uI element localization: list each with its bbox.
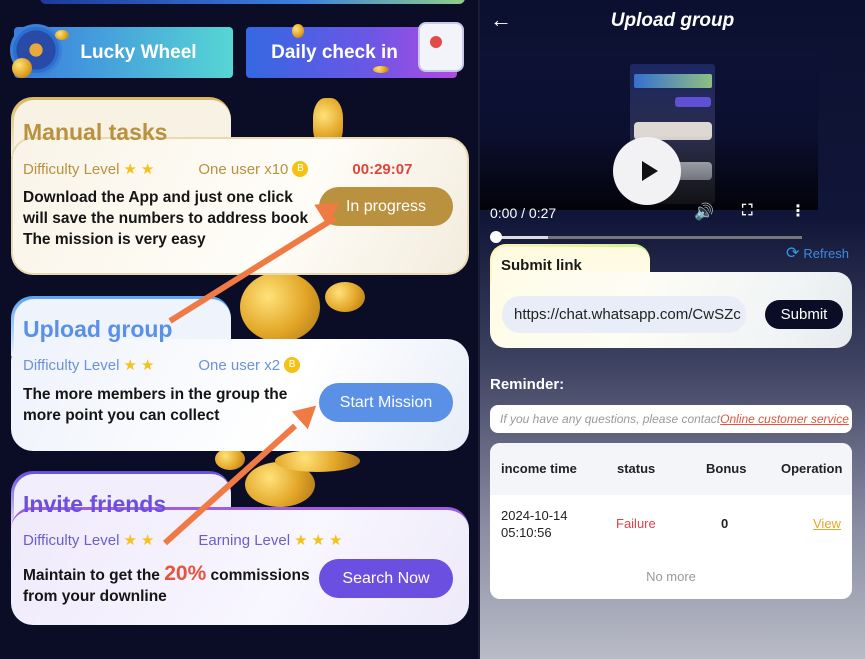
task-meta: Difficulty Level ★ ★ One user x2 B (23, 356, 301, 374)
refresh-label: Refresh (803, 245, 849, 261)
view-link[interactable]: View (813, 516, 841, 531)
star-icon: ★ (140, 357, 155, 374)
description-text: commissions (206, 567, 310, 584)
task-description: Maintain to get the 20% commissions from… (23, 563, 310, 607)
header: ← Upload group (480, 0, 865, 42)
task-meta: Difficulty Level ★ ★ Earning Level ★ ★ ★ (23, 531, 343, 550)
column-header: Operation (781, 461, 843, 476)
star-icon: ★ (123, 357, 137, 374)
status-badge: Failure (616, 516, 656, 531)
video-player[interactable]: 0:00 / 0:27 🔊 ⛶ ⋮ (480, 50, 818, 243)
submit-label: Submit (780, 306, 828, 323)
fullscreen-icon[interactable]: ⛶ (742, 202, 753, 219)
reward-label: One user x2 (198, 356, 281, 374)
column-header: status (617, 461, 656, 476)
play-icon[interactable] (613, 137, 681, 205)
star-icon: ★ (140, 532, 155, 549)
top-banner-edge (40, 0, 465, 4)
refresh-button[interactable]: ⟳ Refresh (786, 243, 849, 263)
records-table: income time status Bonus Operation 2024-… (490, 443, 852, 599)
reminder-notice: If you have any questions, please contac… (490, 405, 852, 433)
search-now-button[interactable]: Search Now (319, 559, 453, 598)
action-label: Search Now (342, 569, 430, 587)
upload-group-panel: ← Upload group 0:00 / 0:27 🔊 ⛶ ⋮ Submit … (480, 0, 865, 659)
customer-service-link[interactable]: Online customer service (720, 412, 849, 426)
reward-label: One user x10 (198, 160, 289, 178)
buffered-bar (496, 236, 549, 239)
description-line: The mission is very easy (23, 231, 206, 248)
star-icon: ★ (294, 532, 308, 549)
reminder-label: Reminder: (490, 376, 565, 393)
star-icon: ★ (140, 161, 155, 178)
coin-icon (292, 24, 304, 38)
earning-label: Earning Level (198, 531, 291, 549)
task-card-invite-friends: Invite friends Difficulty Level ★ ★ Earn… (11, 471, 469, 625)
column-header: Bonus (706, 461, 747, 476)
task-title: Invite friends (23, 491, 167, 517)
difficulty-label: Difficulty Level (23, 531, 120, 549)
no-more-text: No more (646, 569, 696, 584)
calendar-icon (418, 22, 464, 72)
video-progress-bar[interactable] (496, 236, 802, 239)
task-list-panel: Lucky Wheel Daily check in Manual tasks … (0, 0, 480, 659)
video-scrubber[interactable] (490, 231, 502, 243)
submit-link-label: Submit link (501, 257, 582, 274)
more-options-icon[interactable]: ⋮ (790, 201, 806, 221)
start-mission-button[interactable]: Start Mission (319, 383, 453, 422)
description-text: Maintain to get the (23, 567, 165, 584)
table-header: income time status Bonus Operation (490, 443, 852, 495)
submit-button[interactable]: Submit (765, 300, 843, 329)
income-date: 2024-10-14 (501, 508, 568, 523)
column-header: income time (501, 461, 577, 476)
page-title: Upload group (610, 10, 735, 31)
coin-icon: B (284, 357, 301, 373)
video-time: 0:00 / 0:27 (490, 205, 557, 221)
income-time: 05:10:56 (501, 525, 552, 540)
task-title: Upload group (23, 316, 173, 342)
description-line: from your downline (23, 588, 167, 605)
daily-check-in-label: Daily check in (271, 41, 398, 63)
volume-icon[interactable]: 🔊 (694, 202, 714, 222)
description-line: Download the App and just one click (23, 189, 293, 206)
task-card-manual: Manual tasks Difficulty Level ★ ★ One us… (11, 97, 469, 275)
star-icon: ★ (123, 161, 137, 178)
commission-highlight: 20% (164, 562, 207, 585)
star-icon: ★ (311, 532, 325, 549)
task-card-upload-group: Upload group Difficulty Level ★ ★ One us… (11, 296, 469, 451)
lucky-wheel-label: Lucky Wheel (80, 41, 197, 63)
coin-icon (55, 30, 69, 40)
coin-icon (275, 450, 360, 472)
difficulty-label: Difficulty Level (23, 356, 120, 374)
difficulty-label: Difficulty Level (23, 160, 120, 178)
task-description: Download the App and just one click will… (23, 187, 308, 250)
countdown-timer: 00:29:07 (352, 160, 413, 178)
task-title: Manual tasks (23, 119, 168, 145)
coin-icon (12, 58, 32, 78)
description-line: will save the numbers to address book (23, 210, 309, 227)
refresh-icon: ⟳ (786, 245, 800, 262)
description-line: more point you can collect (23, 407, 220, 424)
task-description: The more members in the group the more p… (23, 384, 287, 426)
coin-icon: B (292, 161, 309, 177)
star-icon: ★ (328, 532, 343, 549)
action-label: Start Mission (339, 393, 433, 411)
coin-icon (373, 66, 389, 73)
reminder-text: If you have any questions, please contac… (500, 412, 721, 426)
description-line: The more members in the group the (23, 386, 288, 403)
description-line: Maintain to get the 20% commissions (23, 563, 310, 586)
bonus-value: 0 (721, 516, 729, 531)
coin-icon (215, 448, 245, 470)
task-meta: Difficulty Level ★ ★ One user x10 B 00:2… (23, 160, 413, 179)
star-icon: ★ (123, 532, 137, 549)
action-label: In progress (345, 197, 427, 215)
group-link-input[interactable] (502, 296, 746, 333)
